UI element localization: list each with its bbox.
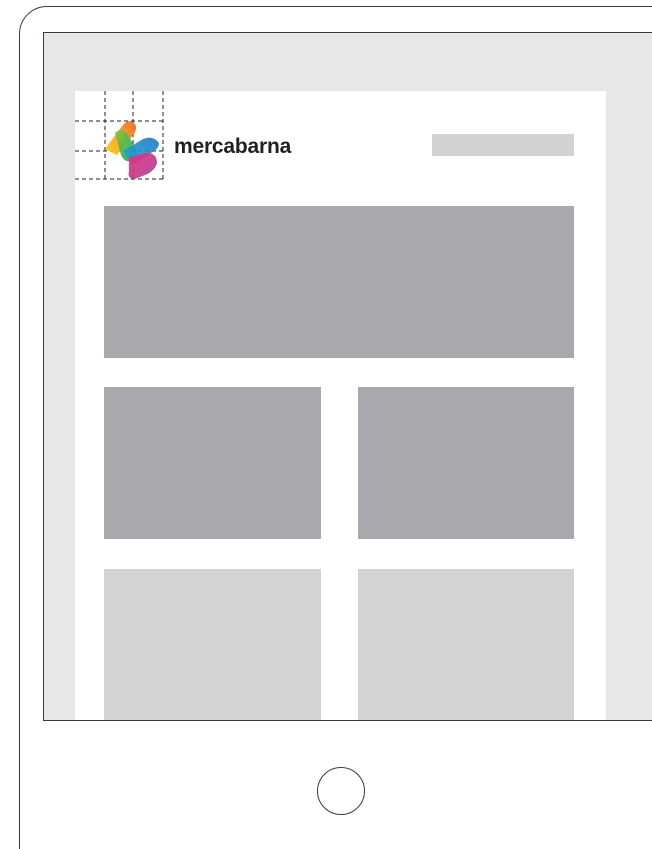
header-nav-placeholder bbox=[432, 134, 574, 156]
content-card-placeholder bbox=[104, 569, 321, 720]
content-card-placeholder bbox=[358, 569, 574, 720]
content-card-placeholder bbox=[358, 387, 574, 539]
content-card-placeholder bbox=[104, 387, 321, 539]
mercabarna-logo-icon bbox=[75, 91, 165, 180]
hero-banner-placeholder bbox=[104, 206, 574, 358]
brand-wordmark: mercabarna bbox=[174, 135, 292, 158]
home-button-icon[interactable] bbox=[317, 767, 365, 815]
